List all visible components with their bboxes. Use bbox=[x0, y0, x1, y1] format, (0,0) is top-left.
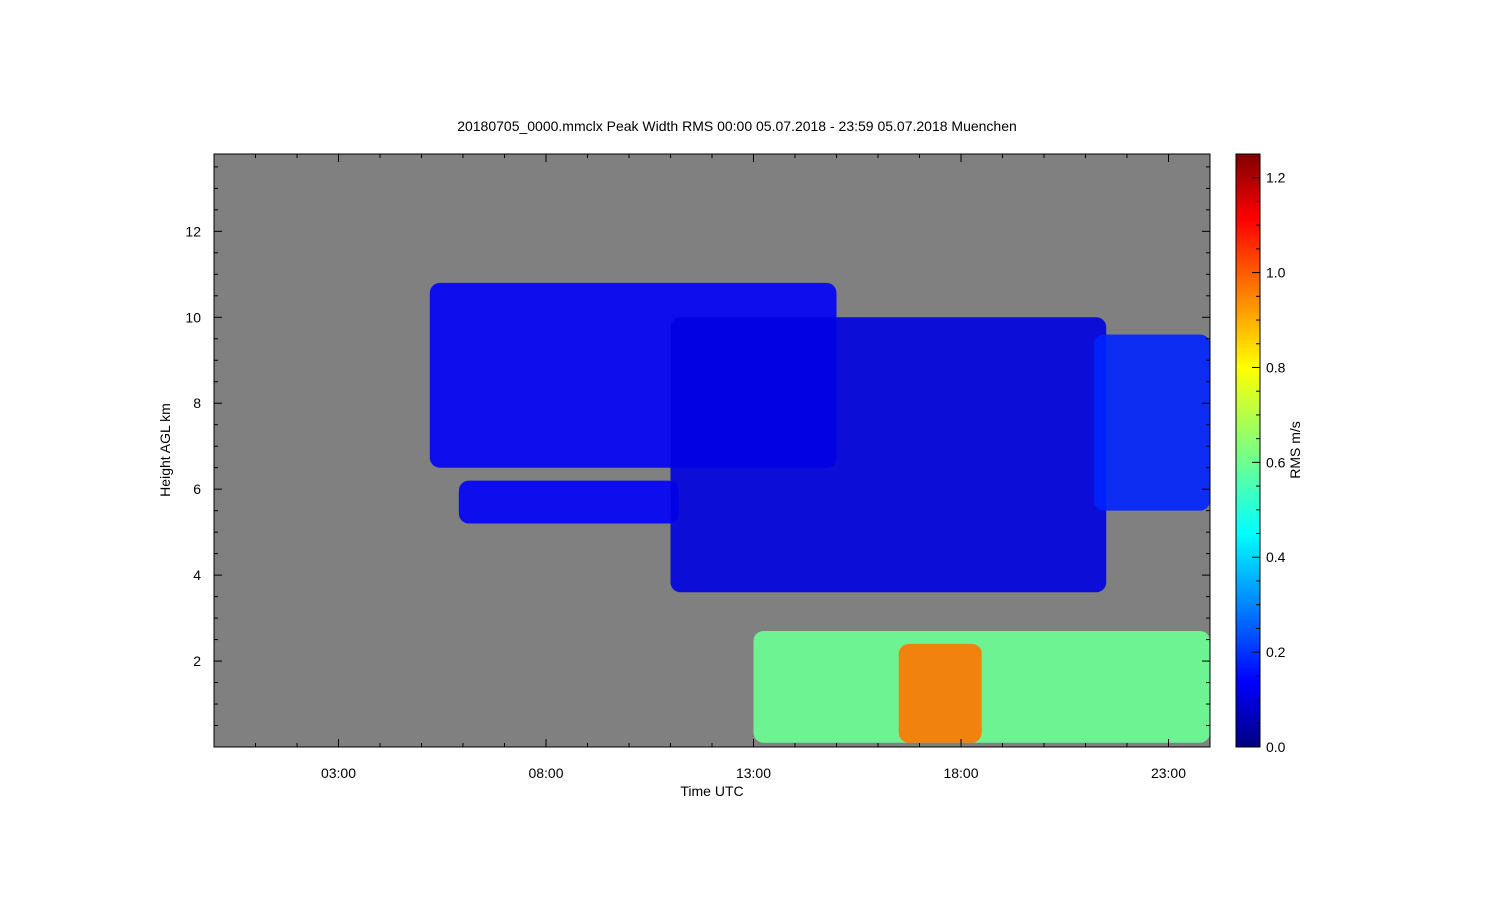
colorbar-tick-label: 0.8 bbox=[1266, 359, 1286, 375]
x-tick-label: 18:00 bbox=[943, 765, 978, 781]
x-tick-label: 08:00 bbox=[528, 765, 563, 781]
y-tick-label: 6 bbox=[193, 481, 201, 497]
colorbar-tick-label: 0.0 bbox=[1266, 739, 1286, 755]
echo-region-2 bbox=[458, 480, 679, 524]
echo-region-6 bbox=[898, 643, 982, 743]
colorbar-label: RMS m/s bbox=[1287, 421, 1303, 479]
colorbar-tick-label: 0.4 bbox=[1266, 549, 1286, 565]
y-tick-label: 12 bbox=[185, 223, 201, 239]
colorbar-tick-label: 0.2 bbox=[1266, 644, 1286, 660]
chart-title: 20180705_0000.mmclx Peak Width RMS 00:00… bbox=[457, 118, 1017, 134]
colorbar-tick-label: 0.6 bbox=[1266, 454, 1286, 470]
echo-region-4 bbox=[1093, 334, 1210, 511]
x-axis-label: Time UTC bbox=[680, 783, 743, 799]
colorbar-tick-label: 1.0 bbox=[1266, 265, 1286, 281]
radar-time-height-chart: 20180705_0000.mmclx Peak Width RMS 00:00… bbox=[157, 118, 1303, 799]
y-tick-label: 10 bbox=[185, 309, 201, 325]
y-tick-label: 8 bbox=[193, 395, 201, 411]
x-tick-label: 03:00 bbox=[321, 765, 356, 781]
x-tick-label: 13:00 bbox=[736, 765, 771, 781]
y-tick-label: 4 bbox=[193, 567, 201, 583]
colorbar-tick-label: 1.2 bbox=[1266, 170, 1286, 186]
x-tick-label: 23:00 bbox=[1151, 765, 1186, 781]
echo-region-3 bbox=[670, 317, 1107, 593]
colorbar bbox=[1235, 153, 1261, 748]
y-axis-label: Height AGL km bbox=[157, 403, 173, 497]
y-tick-label: 2 bbox=[193, 653, 201, 669]
